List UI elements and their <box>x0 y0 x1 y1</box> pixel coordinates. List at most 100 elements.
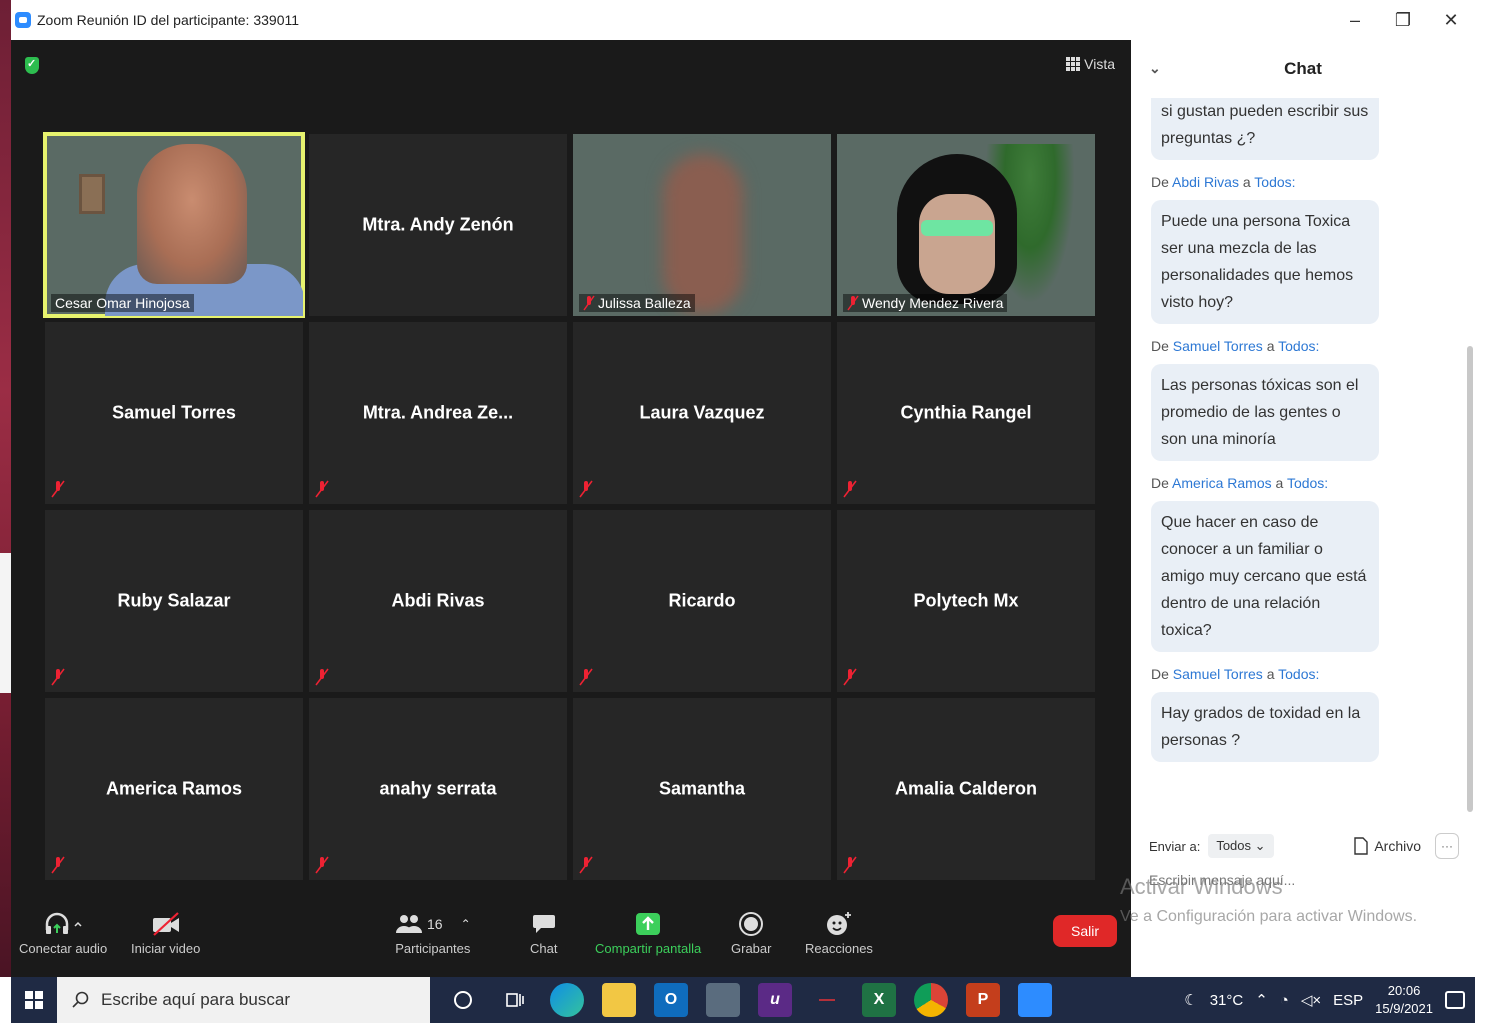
recipient-name[interactable]: Todos: <box>1278 338 1319 354</box>
security-shield-icon[interactable] <box>25 57 39 74</box>
network-app-icon[interactable] <box>706 983 740 1017</box>
minimize-button[interactable]: – <box>1331 0 1379 40</box>
participant-name: Samantha <box>658 778 746 799</box>
language-indicator[interactable]: ESP <box>1333 992 1363 1009</box>
participant-name: Wendy Mendez Rivera <box>862 295 1004 311</box>
participant-tile[interactable]: Mtra. Andy Zenón <box>309 134 567 316</box>
participant-tile[interactable]: Polytech Mx <box>837 510 1095 692</box>
view-button[interactable]: Vista <box>1066 56 1115 72</box>
leave-meeting-button[interactable]: Salir <box>1053 915 1117 947</box>
powerpoint-icon[interactable]: P <box>966 983 1000 1017</box>
recipient-name[interactable]: Todos: <box>1287 475 1328 491</box>
edge-browser-icon[interactable] <box>550 983 584 1017</box>
chevron-down-icon[interactable]: ⌄ <box>1149 60 1161 77</box>
outlook-icon[interactable]: O <box>654 983 688 1017</box>
record-label: Grabar <box>731 941 772 956</box>
task-view-icon[interactable] <box>498 983 532 1017</box>
participant-tile[interactable]: Mtra. Andrea Ze... <box>309 322 567 504</box>
muted-mic-icon <box>843 668 857 686</box>
record-icon <box>738 907 764 941</box>
participants-button[interactable]: 16 ⌃ Participantes <box>395 907 471 956</box>
participant-video-glasses <box>921 220 993 236</box>
participant-tile[interactable]: Ricardo <box>573 510 831 692</box>
sender-name[interactable]: America Ramos <box>1172 475 1272 491</box>
participant-tile-video[interactable]: Cesar Omar Hinojosa <box>43 132 305 318</box>
weather-temperature[interactable]: 31°C <box>1210 992 1244 1009</box>
share-screen-button[interactable]: Compartir pantalla <box>595 907 701 956</box>
share-screen-icon <box>635 907 661 941</box>
connect-audio-button[interactable]: Conectar audio <box>19 907 107 956</box>
muted-mic-icon <box>843 480 857 498</box>
zoom-app-icon <box>15 12 31 28</box>
chat-scrollbar[interactable] <box>1467 346 1473 812</box>
participant-tile[interactable]: America Ramos <box>45 698 303 880</box>
participant-name: Julissa Balleza <box>598 295 691 311</box>
chat-label: Chat <box>530 941 558 956</box>
chat-button[interactable]: Chat <box>530 907 557 956</box>
network-icon[interactable]: ◔ <box>1280 992 1289 1009</box>
sender-name[interactable]: Samuel Torres <box>1173 338 1263 354</box>
participant-tile[interactable]: Samuel Torres <box>45 322 303 504</box>
participant-tile-video[interactable]: Wendy Mendez Rivera <box>837 134 1095 316</box>
excel-icon[interactable]: X <box>862 983 896 1017</box>
chevron-up-icon[interactable]: ⌃ <box>1255 991 1268 1009</box>
volume-muted-icon[interactable]: ◁× <box>1301 991 1321 1009</box>
window-titlebar: Zoom Reunión ID del participante: 339011… <box>11 0 1475 40</box>
participant-tile[interactable]: anahy serrata <box>309 698 567 880</box>
recipient-dropdown[interactable]: Todos ⌄ <box>1208 834 1274 858</box>
reactions-button[interactable]: Reacciones <box>805 907 873 956</box>
participant-grid: Cesar Omar Hinojosa Mtra. Andy Zenón Jul… <box>43 132 1097 880</box>
participant-tile[interactable]: Cynthia Rangel <box>837 322 1095 504</box>
meeting-area: Vista Cesar Omar Hinojosa Mtra. Andy Zen… <box>11 40 1131 977</box>
participant-name: America Ramos <box>105 778 243 799</box>
muted-mic-icon <box>315 480 329 498</box>
muted-mic-icon <box>51 856 65 874</box>
record-button[interactable]: Grabar <box>731 907 771 956</box>
muted-mic-icon <box>51 668 65 686</box>
clock-time: 20:06 <box>1387 983 1421 998</box>
chat-message: Que hacer en caso de conocer a un famili… <box>1151 501 1379 652</box>
participant-tile[interactable]: Amalia Calderon <box>837 698 1095 880</box>
u-app-icon[interactable]: u <box>758 983 792 1017</box>
cortana-icon[interactable] <box>446 983 480 1017</box>
recipient-name[interactable]: Todos: <box>1254 174 1295 190</box>
more-options-button[interactable]: ··· <box>1435 833 1459 859</box>
muted-mic-icon <box>847 295 859 311</box>
from-prefix: De <box>1151 174 1169 190</box>
taskbar-apps: O u X P <box>446 983 1052 1017</box>
participant-tile[interactable]: Ruby Salazar <box>45 510 303 692</box>
chrome-icon[interactable] <box>914 983 948 1017</box>
search-placeholder: Escribe aquí para buscar <box>101 990 290 1009</box>
desktop-background-strip <box>0 0 11 977</box>
clock[interactable]: 20:06 15/9/2021 <box>1375 982 1433 1018</box>
taskbar-search[interactable]: Escribe aquí para buscar <box>57 977 430 1023</box>
recipient-name[interactable]: Todos: <box>1278 666 1319 682</box>
chevron-up-icon: ⌃ <box>460 917 471 931</box>
chat-message: Puede una persona Toxica ser una mezcla … <box>1151 200 1379 324</box>
minimized-app-icon[interactable] <box>810 983 844 1017</box>
sender-name[interactable]: Samuel Torres <box>1173 666 1263 682</box>
sender-name[interactable]: Abdi Rivas <box>1172 174 1239 190</box>
participant-video-person <box>663 154 743 314</box>
participant-tile[interactable]: Laura Vazquez <box>573 322 831 504</box>
participants-icon: 16 ⌃ <box>395 907 471 941</box>
notifications-icon[interactable] <box>1445 991 1465 1009</box>
participant-tile[interactable]: Samantha <box>573 698 831 880</box>
close-button[interactable]: ✕ <box>1427 0 1475 40</box>
start-video-button[interactable]: Iniciar video <box>131 907 200 956</box>
file-icon <box>1354 837 1369 855</box>
file-explorer-icon[interactable] <box>602 983 636 1017</box>
maximize-button[interactable]: ❐ <box>1379 0 1427 40</box>
windows-start-button[interactable] <box>11 977 57 1023</box>
view-label: Vista <box>1084 56 1115 72</box>
participant-tile-video[interactable]: Julissa Balleza <box>573 134 831 316</box>
muted-mic-icon <box>51 480 65 498</box>
file-button[interactable]: Archivo <box>1354 837 1421 855</box>
participant-name: Abdi Rivas <box>391 590 485 611</box>
zoom-taskbar-icon[interactable] <box>1018 983 1052 1017</box>
participant-name: Mtra. Andrea Ze... <box>362 402 514 423</box>
wall-picture <box>79 174 105 214</box>
muted-mic-icon <box>579 480 593 498</box>
participant-tile[interactable]: Abdi Rivas <box>309 510 567 692</box>
activate-windows-watermark: Activar Windows <box>1120 874 1283 899</box>
